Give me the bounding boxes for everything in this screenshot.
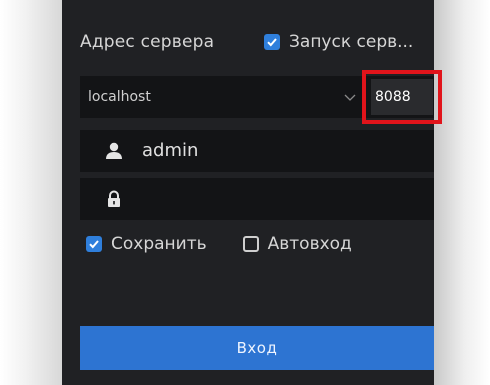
login-button[interactable]: Вход: [80, 326, 434, 370]
autologin-checkbox-row[interactable]: Автовход: [242, 234, 352, 254]
port-highlight-box: [362, 70, 442, 124]
server-host-field[interactable]: localhost: [80, 70, 442, 124]
username-input[interactable]: admin: [142, 130, 198, 172]
password-field[interactable]: [80, 178, 434, 220]
autologin-label: Автовход: [267, 234, 352, 254]
username-field[interactable]: admin: [80, 130, 434, 172]
save-label: Сохранить: [111, 234, 207, 254]
autostart-label: Запуск серв...: [289, 32, 414, 52]
server-address-row: Адрес сервера: [80, 28, 214, 56]
server-address-label: Адрес сервера: [80, 32, 215, 52]
right-backdrop: [434, 0, 490, 385]
user-icon: [106, 142, 122, 159]
check-icon: [267, 38, 277, 47]
left-backdrop: [0, 0, 62, 385]
port-input[interactable]: [371, 79, 433, 115]
save-checkbox[interactable]: [86, 236, 102, 252]
save-checkbox-row[interactable]: Сохранить: [86, 234, 207, 254]
autostart-checkbox-row[interactable]: Запуск серв...: [264, 28, 413, 56]
autologin-checkbox[interactable]: [242, 236, 259, 252]
check-icon: [89, 240, 99, 249]
autostart-checkbox[interactable]: [264, 34, 280, 50]
login-options-row: Сохранить Автовход: [86, 230, 352, 258]
login-panel: Адрес сервера Запуск серв... localhost a…: [62, 0, 442, 385]
lock-icon: [108, 190, 120, 207]
server-host-input[interactable]: localhost: [88, 76, 151, 118]
chevron-down-icon[interactable]: [344, 92, 356, 102]
